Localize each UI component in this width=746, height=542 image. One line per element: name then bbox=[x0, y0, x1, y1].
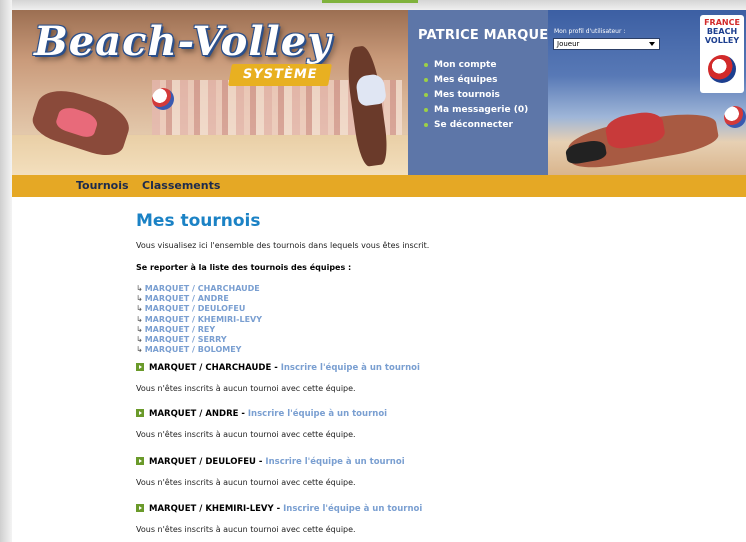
user-menu-label: Mon compte bbox=[434, 60, 497, 70]
register-team-link[interactable]: Inscrire l'équipe à un tournoi bbox=[281, 363, 420, 373]
team-status-message: Vous n'êtes inscrits à aucun tournoi ave… bbox=[136, 384, 356, 393]
separator: - bbox=[255, 457, 266, 467]
user-menu-label: Mes équipes bbox=[434, 75, 498, 85]
federation-logo-line: BEACH bbox=[706, 27, 738, 36]
logo-subtitle: SYSTÈME bbox=[228, 64, 332, 86]
user-name: PATRICE MARQUET bbox=[418, 28, 558, 43]
logo-title: Beach-Volley bbox=[34, 18, 332, 65]
register-team-link[interactable]: Inscrire l'équipe à un tournoi bbox=[265, 457, 404, 467]
team-name: MARQUET / KHEMIRI-LEVY bbox=[149, 504, 274, 514]
profile-select[interactable]: Joueur bbox=[553, 38, 660, 50]
team-block-charchaude: MARQUET / CHARCHAUDE - Inscrire l'équipe… bbox=[136, 362, 736, 393]
team-heading: MARQUET / ANDRE - Inscrire l'équipe à un… bbox=[136, 408, 736, 420]
user-menu-deconnecter[interactable]: Se déconnecter bbox=[424, 118, 528, 133]
team-link-charchaude[interactable]: ↳ MARQUET / CHARCHAUDE bbox=[136, 284, 262, 294]
team-block-deulofeu: MARQUET / DEULOFEU - Inscrire l'équipe à… bbox=[136, 456, 736, 487]
volleyball-icon bbox=[152, 88, 174, 110]
bullet-icon bbox=[424, 122, 428, 127]
user-menu-messagerie[interactable]: Ma messagerie (0) bbox=[424, 103, 528, 118]
intro-text: Vous visualisez ici l'ensemble des tourn… bbox=[136, 241, 430, 250]
play-bullet-icon bbox=[136, 504, 144, 512]
team-link-label: MARQUET / REY bbox=[144, 324, 216, 334]
team-link-serry[interactable]: ↳ MARQUET / SERRY bbox=[136, 335, 262, 345]
profile-label: Mon profil d'utilisateur : bbox=[554, 28, 626, 35]
user-menu-label: Mes tournois bbox=[434, 90, 500, 100]
user-menu-mes-equipes[interactable]: Mes équipes bbox=[424, 73, 528, 88]
main-content: Mes tournois Vous visualisez ici l'ensem… bbox=[136, 210, 736, 534]
team-block-andre: MARQUET / ANDRE - Inscrire l'équipe à un… bbox=[136, 408, 736, 439]
register-team-link[interactable]: Inscrire l'équipe à un tournoi bbox=[248, 409, 387, 419]
federation-logo-line: VOLLEY bbox=[704, 36, 740, 45]
team-list-heading: Se reporter à la liste des tournois des … bbox=[136, 263, 352, 272]
team-link-label: MARQUET / BOLOMEY bbox=[144, 345, 242, 355]
sub-arrow-icon: ↳ bbox=[136, 294, 143, 304]
team-link-label: MARQUET / DEULOFEU bbox=[144, 304, 246, 314]
team-link-deulofeu[interactable]: ↳ MARQUET / DEULOFEU bbox=[136, 304, 262, 314]
nav-item-tournois[interactable]: Tournois bbox=[76, 175, 129, 197]
federation-logo-text: FRANCE BEACH VOLLEY bbox=[700, 18, 744, 45]
team-status-message: Vous n'êtes inscrits à aucun tournoi ave… bbox=[136, 478, 356, 487]
team-name: MARQUET / CHARCHAUDE bbox=[149, 363, 272, 373]
chevron-down-icon bbox=[649, 42, 655, 46]
profile-select-value: Joueur bbox=[557, 40, 580, 48]
team-link-khemiri-levy[interactable]: ↳ MARQUET / KHEMIRI-LEVY bbox=[136, 315, 262, 325]
team-name: MARQUET / ANDRE bbox=[149, 409, 239, 419]
browser-viewport: Beach-Volley SYSTÈME PATRICE MARQUET Mon… bbox=[0, 0, 746, 542]
team-link-list: ↳ MARQUET / CHARCHAUDE ↳ MARQUET / ANDRE ↳… bbox=[136, 284, 262, 355]
volleyball-icon bbox=[724, 106, 746, 128]
team-name: MARQUET / DEULOFEU bbox=[149, 457, 256, 467]
play-bullet-icon bbox=[136, 409, 144, 417]
sub-arrow-icon: ↳ bbox=[136, 345, 143, 355]
sub-arrow-icon: ↳ bbox=[136, 314, 143, 324]
nav-item-classements[interactable]: Classements bbox=[142, 175, 220, 197]
separator: - bbox=[271, 363, 281, 373]
sub-arrow-icon: ↳ bbox=[136, 334, 143, 344]
bullet-icon bbox=[424, 107, 428, 112]
main-nav: Tournois Classements bbox=[12, 175, 746, 197]
user-menu: Mon compte Mes équipes Mes tournois Ma m… bbox=[424, 58, 528, 133]
team-block-khemiri-levy: MARQUET / KHEMIRI-LEVY - Inscrire l'équi… bbox=[136, 503, 736, 534]
play-bullet-icon bbox=[136, 457, 144, 465]
site-logo[interactable]: Beach-Volley SYSTÈME bbox=[34, 18, 364, 90]
user-menu-label: Ma messagerie (0) bbox=[434, 105, 529, 115]
banner-accent-bar bbox=[322, 0, 418, 3]
register-team-link[interactable]: Inscrire l'équipe à un tournoi bbox=[283, 504, 422, 514]
page-title: Mes tournois bbox=[136, 211, 261, 231]
sub-arrow-icon: ↳ bbox=[136, 304, 143, 314]
team-heading: MARQUET / CHARCHAUDE - Inscrire l'équipe… bbox=[136, 362, 736, 374]
bullet-icon bbox=[424, 92, 428, 97]
site-banner: Beach-Volley SYSTÈME PATRICE MARQUET Mon… bbox=[12, 10, 746, 175]
sub-arrow-icon: ↳ bbox=[136, 324, 143, 334]
team-status-message: Vous n'êtes inscrits à aucun tournoi ave… bbox=[136, 430, 356, 439]
play-bullet-icon bbox=[136, 363, 144, 371]
team-link-bolomey[interactable]: ↳ MARQUET / BOLOMEY bbox=[136, 345, 262, 355]
team-link-label: MARQUET / ANDRE bbox=[144, 294, 229, 304]
federation-logo[interactable]: FRANCE BEACH VOLLEY bbox=[700, 15, 744, 93]
sub-arrow-icon: ↳ bbox=[136, 284, 143, 293]
team-link-label: MARQUET / KHEMIRI-LEVY bbox=[144, 314, 263, 324]
user-menu-mon-compte[interactable]: Mon compte bbox=[424, 58, 528, 73]
team-heading: MARQUET / KHEMIRI-LEVY - Inscrire l'équi… bbox=[136, 503, 736, 515]
bullet-icon bbox=[424, 77, 428, 82]
banner-photo-right: Mon profil d'utilisateur : Joueur FRANCE… bbox=[548, 10, 746, 175]
team-status-message: Vous n'êtes inscrits à aucun tournoi ave… bbox=[136, 525, 356, 534]
federation-ball-icon bbox=[708, 55, 736, 83]
team-heading: MARQUET / DEULOFEU - Inscrire l'équipe à… bbox=[136, 456, 736, 468]
team-link-label: MARQUET / SERRY bbox=[144, 334, 227, 344]
user-panel: PATRICE MARQUET Mon compte Mes équipes M… bbox=[408, 10, 557, 175]
window-edge-left bbox=[0, 0, 12, 542]
team-link-andre[interactable]: ↳ MARQUET / ANDRE bbox=[136, 294, 262, 304]
separator: - bbox=[273, 504, 284, 514]
separator: - bbox=[238, 409, 248, 419]
user-menu-mes-tournois[interactable]: Mes tournois bbox=[424, 88, 528, 103]
user-menu-label: Se déconnecter bbox=[434, 120, 513, 130]
bullet-icon bbox=[424, 62, 428, 67]
team-link-rey[interactable]: ↳ MARQUET / REY bbox=[136, 325, 262, 335]
federation-logo-line: FRANCE bbox=[704, 18, 740, 27]
team-link-label: MARQUET / CHARCHAUDE bbox=[144, 284, 260, 293]
